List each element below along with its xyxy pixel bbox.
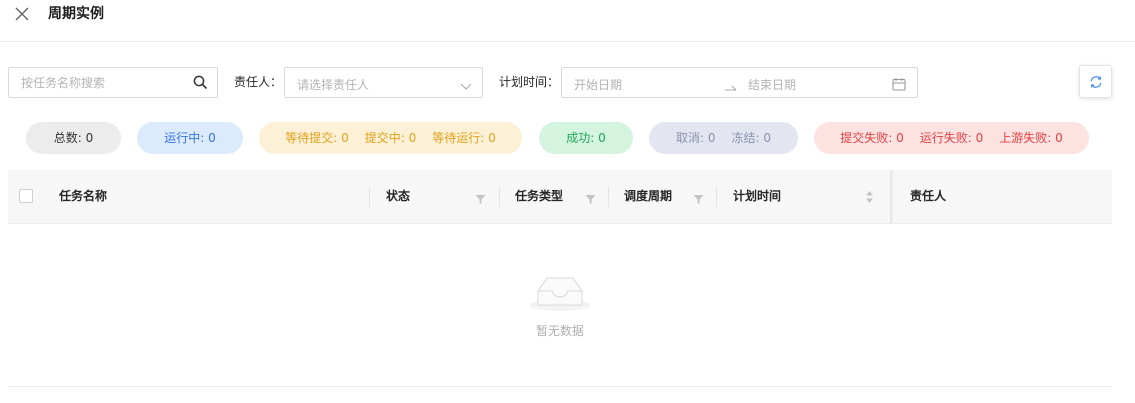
- start-date-input[interactable]: 开始日期: [574, 76, 622, 93]
- search-input[interactable]: [9, 68, 184, 97]
- stat-waiting-group: 等待提交: 0 提交中: 0 等待运行: 0: [259, 122, 522, 154]
- empty-inbox-icon: [528, 270, 592, 314]
- calendar-icon[interactable]: [892, 76, 906, 91]
- owner-label: 责任人：: [234, 75, 283, 89]
- task-type-filter-icon[interactable]: [585, 190, 596, 204]
- col-task-type: 任务类型: [515, 189, 564, 203]
- stat-total-label: 总数: 0: [53, 131, 94, 145]
- table-header: 任务名称 状态 任务类型 调度周期 计划时间 责任人: [8, 170, 1112, 224]
- page-title: 周期实例: [48, 6, 104, 22]
- stat-upstream-failed[interactable]: 上游失败: 0: [999, 131, 1063, 145]
- date-range-picker[interactable]: 开始日期 结束日期: [561, 67, 918, 98]
- empty-text: 暂无数据: [535, 324, 584, 338]
- refresh-button[interactable]: [1079, 65, 1112, 98]
- close-icon[interactable]: [15, 6, 29, 21]
- plan-time-label: 计划时间：: [499, 75, 560, 89]
- stat-frozen[interactable]: 冻结: 0: [732, 131, 772, 145]
- page-header: 周期实例: [0, 0, 1135, 42]
- stat-cancel-group: 取消: 0 冻结: 0: [649, 122, 798, 154]
- arrow-right-icon: [724, 78, 738, 91]
- stat-failed-group: 提交失败: 0 运行失败: 0 上游失败: 0: [814, 122, 1089, 154]
- column-divider: [716, 187, 717, 207]
- select-all-checkbox[interactable]: [19, 189, 33, 203]
- col-task-name: 任务名称: [59, 189, 108, 203]
- status-filter-icon[interactable]: [475, 190, 486, 204]
- stat-submitting[interactable]: 提交中: 0: [365, 131, 417, 145]
- search-icon[interactable]: [193, 75, 208, 90]
- column-divider: [608, 187, 609, 207]
- search-field[interactable]: [8, 67, 218, 98]
- stat-submit-failed[interactable]: 提交失败: 0: [840, 131, 904, 145]
- stat-waiting-submit[interactable]: 等待提交: 0: [285, 131, 349, 145]
- stat-success[interactable]: 成功: 0: [539, 122, 633, 154]
- chevron-down-icon: [460, 77, 472, 90]
- stat-running[interactable]: 运行中: 0: [137, 122, 243, 154]
- stat-cancelled[interactable]: 取消: 0: [676, 131, 716, 145]
- stat-running-label: 运行中: 0: [164, 131, 216, 145]
- column-divider: [499, 187, 500, 207]
- schedule-cycle-filter-icon[interactable]: [693, 190, 704, 204]
- stat-run-failed[interactable]: 运行失败: 0: [920, 131, 984, 145]
- table-bottom-border: [8, 386, 1112, 387]
- sort-icon[interactable]: [865, 189, 874, 203]
- owner-select[interactable]: 请选择责任人: [284, 67, 483, 98]
- stat-total[interactable]: 总数: 0: [26, 122, 121, 154]
- fixed-column-shadow: [890, 170, 894, 224]
- stat-success-label: 成功: 0: [566, 131, 606, 145]
- end-date-input[interactable]: 结束日期: [748, 76, 796, 93]
- col-status: 状态: [386, 189, 411, 203]
- stat-waiting-run[interactable]: 等待运行: 0: [432, 131, 496, 145]
- column-divider: [369, 187, 370, 207]
- col-schedule-cycle: 调度周期: [624, 189, 673, 203]
- col-plan-time: 计划时间: [733, 189, 782, 203]
- owner-placeholder: 请选择责任人: [297, 78, 370, 92]
- col-owner: 责任人: [910, 189, 947, 203]
